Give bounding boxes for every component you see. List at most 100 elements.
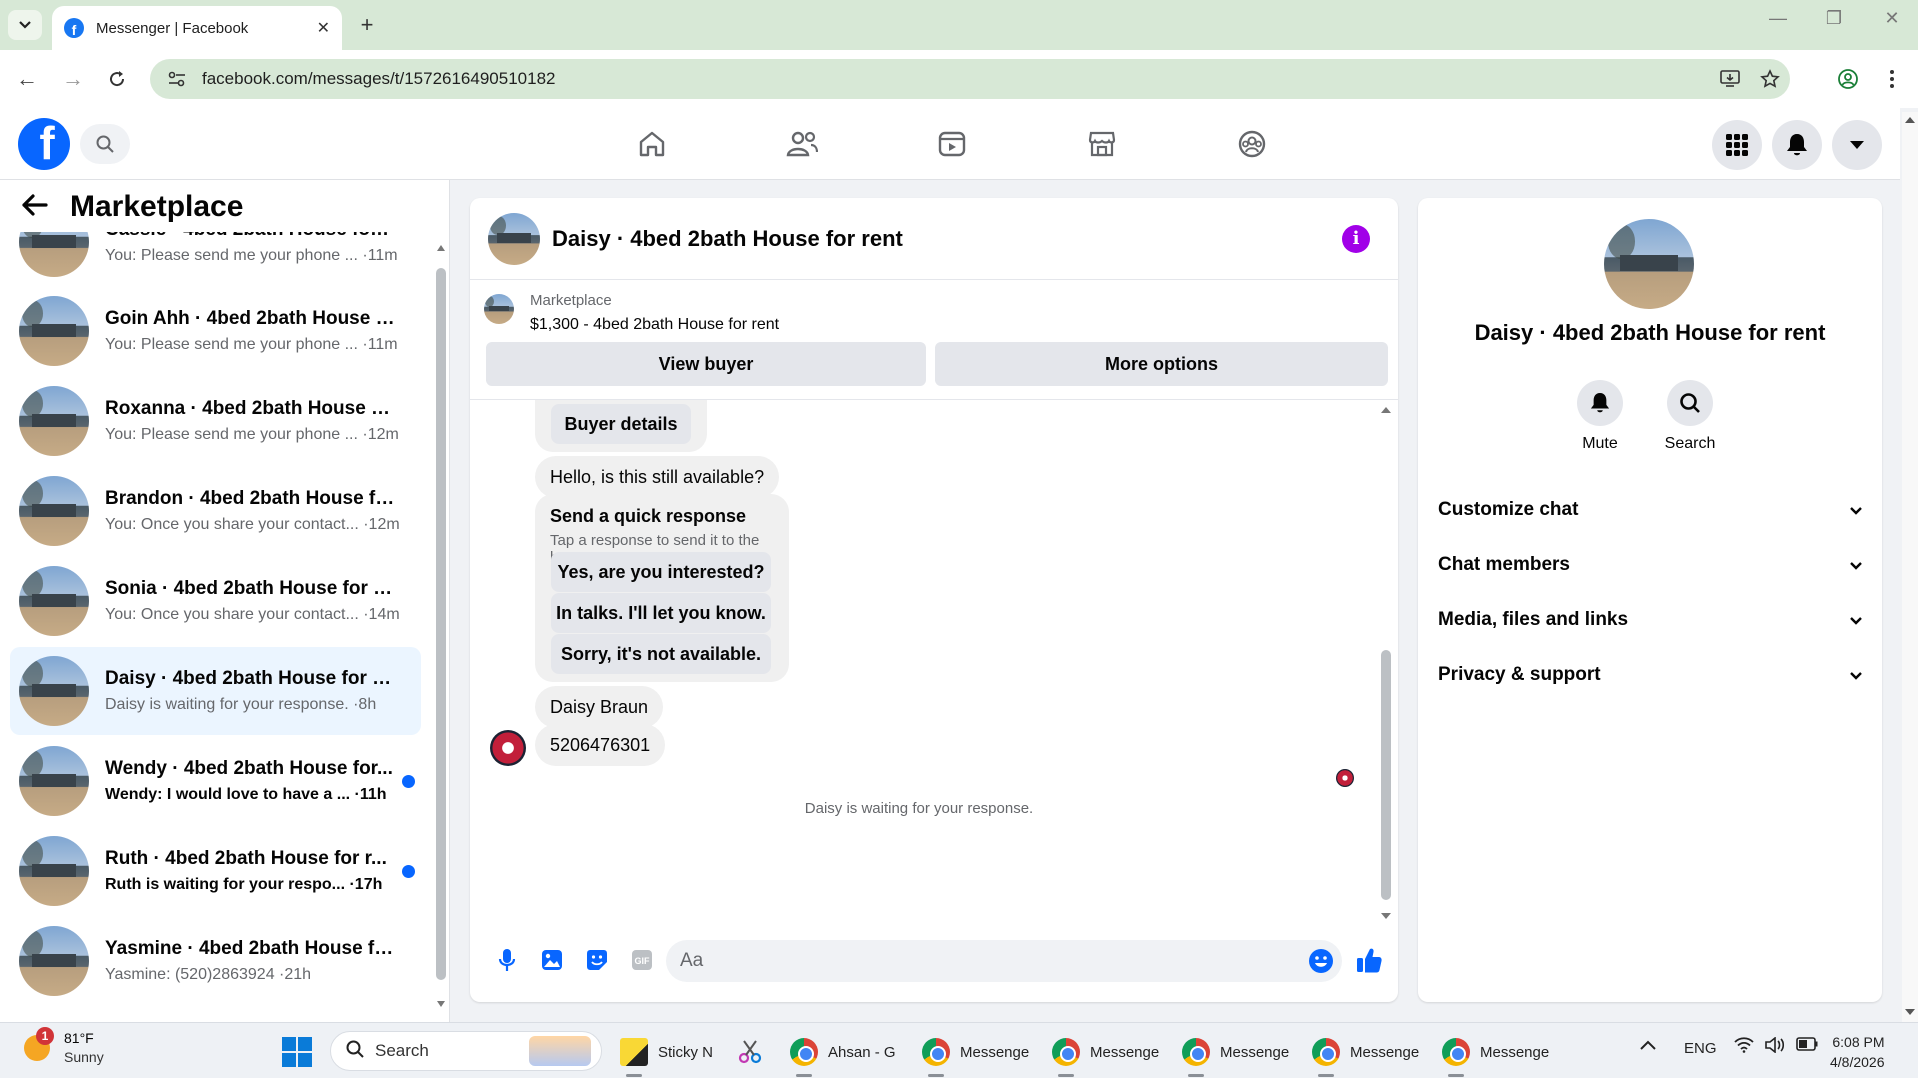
mute-label: Mute bbox=[1582, 435, 1618, 452]
url-text[interactable]: facebook.com/messages/t/1572616490510182 bbox=[202, 69, 1710, 89]
chat-item-sonia[interactable]: Sonia · 4bed 2bath House for rent You: On… bbox=[10, 557, 421, 645]
chat-preview: Daisy is waiting for your response. ·8h bbox=[105, 696, 377, 713]
listing-title[interactable]: $1,300 - 4bed 2bath House for rent bbox=[530, 316, 779, 334]
photo-icon[interactable] bbox=[529, 940, 574, 980]
reload-icon[interactable] bbox=[102, 64, 132, 94]
section-label: Media, files and links bbox=[1438, 609, 1629, 630]
browser-menu-icon[interactable] bbox=[1876, 64, 1908, 94]
conversation-scrollbar[interactable] bbox=[1380, 406, 1392, 920]
chat-item-ruth[interactable]: Ruth · 4bed 2bath House for r... Ruth is … bbox=[10, 827, 421, 915]
quick-response-yes-button[interactable]: Yes, are you interested? bbox=[551, 552, 771, 592]
taskbar-app-chrome-ahsan[interactable]: Ahsan - G bbox=[790, 1031, 896, 1077]
message-input[interactable]: Aa bbox=[666, 940, 1342, 982]
chat-preview: You: Once you share your contact... ·14m bbox=[105, 606, 400, 623]
taskbar-app-messenger-1[interactable]: Messenge bbox=[922, 1031, 1029, 1077]
menu-grid-button[interactable] bbox=[1712, 120, 1762, 170]
chat-members-section[interactable]: Chat members bbox=[1438, 545, 1862, 585]
notifications-button[interactable] bbox=[1772, 120, 1822, 170]
view-buyer-button[interactable]: View buyer bbox=[486, 342, 926, 386]
forward-icon[interactable]: → bbox=[58, 64, 88, 94]
emoji-icon[interactable] bbox=[1308, 948, 1334, 980]
customize-chat-section[interactable]: Customize chat bbox=[1438, 490, 1862, 530]
taskbar-app-messenger-2[interactable]: Messenge bbox=[1052, 1031, 1159, 1077]
chat-item-goin-ahh[interactable]: Goin Ahh · 4bed 2bath House fo... You: Pl… bbox=[10, 287, 421, 375]
volume-icon[interactable] bbox=[1764, 1036, 1786, 1057]
close-window-icon[interactable]: ✕ bbox=[1872, 8, 1912, 29]
scroll-down-icon[interactable] bbox=[1380, 912, 1392, 920]
wifi-icon[interactable] bbox=[1734, 1037, 1754, 1057]
sticker-icon[interactable] bbox=[574, 940, 619, 980]
scroll-down-icon[interactable] bbox=[1904, 1008, 1916, 1016]
listing-thumbnail[interactable] bbox=[484, 294, 514, 324]
facebook-search-button[interactable] bbox=[80, 124, 130, 164]
profile-icon[interactable] bbox=[1832, 64, 1864, 94]
grid-icon bbox=[1726, 134, 1748, 156]
battery-icon[interactable] bbox=[1796, 1037, 1818, 1055]
system-clock[interactable]: 6:08 PM 4/8/2026 bbox=[1830, 1032, 1885, 1072]
new-tab-icon[interactable]: + bbox=[352, 10, 382, 40]
search-in-chat-button[interactable]: Search bbox=[1650, 380, 1730, 453]
mute-button[interactable]: Mute bbox=[1560, 380, 1640, 453]
tab-search-menu-icon[interactable] bbox=[8, 10, 42, 40]
page-scrollbar[interactable] bbox=[1902, 112, 1918, 1022]
page-title: Marketplace bbox=[70, 190, 244, 223]
minimize-icon[interactable]: — bbox=[1758, 8, 1798, 29]
more-options-button[interactable]: More options bbox=[935, 342, 1388, 386]
microphone-icon[interactable] bbox=[484, 940, 529, 980]
sender-avatar[interactable] bbox=[490, 730, 526, 766]
chat-item-roxanna[interactable]: Roxanna · 4bed 2bath House for... You: Pl… bbox=[10, 377, 421, 465]
unread-dot-icon bbox=[402, 775, 415, 788]
chat-name: Goin Ahh · 4bed 2bath House fo... bbox=[105, 308, 395, 329]
scroll-up-icon[interactable] bbox=[1380, 406, 1392, 414]
chat-item-brandon[interactable]: Brandon · 4bed 2bath House for... You: On… bbox=[10, 467, 421, 555]
marketplace-icon[interactable] bbox=[1082, 124, 1122, 164]
chat-item-cassie[interactable]: Cassie · 4bed 2bath House for re... You: … bbox=[10, 232, 421, 286]
watch-video-icon[interactable] bbox=[932, 124, 972, 164]
chat-item-yasmine[interactable]: Yasmine · 4bed 2bath House for ... Yasmin… bbox=[10, 917, 421, 1005]
weather-widget[interactable]: 1 81°F Sunny bbox=[24, 1027, 104, 1067]
quick-response-talks-button[interactable]: In talks. I'll let you know. bbox=[551, 593, 771, 633]
browser-tab[interactable]: f Messenger | Facebook ✕ bbox=[52, 6, 342, 50]
omnibox[interactable]: facebook.com/messages/t/1572616490510182 bbox=[150, 59, 1790, 99]
facebook-logo-icon[interactable]: f bbox=[18, 118, 70, 170]
bookmark-star-icon[interactable] bbox=[1750, 69, 1790, 89]
scroll-up-icon[interactable] bbox=[1904, 116, 1916, 124]
gif-icon[interactable]: GIF bbox=[619, 940, 664, 980]
profile-avatar[interactable] bbox=[1604, 219, 1694, 309]
chat-item-wendy[interactable]: Wendy · 4bed 2bath House for... Wendy: I … bbox=[10, 737, 421, 825]
taskbar-search[interactable]: Search bbox=[330, 1031, 602, 1071]
back-icon[interactable]: ← bbox=[12, 64, 42, 94]
chat-list-scrollbar[interactable] bbox=[436, 240, 446, 1010]
quick-response-unavailable-button[interactable]: Sorry, it's not available. bbox=[551, 634, 771, 674]
taskbar-app-messenger-4[interactable]: Messenge bbox=[1312, 1031, 1419, 1077]
restore-icon[interactable]: ❐ bbox=[1814, 8, 1854, 29]
buyer-details-button[interactable]: Buyer details bbox=[551, 404, 691, 444]
account-button[interactable] bbox=[1832, 120, 1882, 170]
tab-close-icon[interactable]: ✕ bbox=[317, 18, 330, 38]
language-indicator[interactable]: ENG bbox=[1684, 1040, 1717, 1057]
privacy-support-section[interactable]: Privacy & support bbox=[1438, 655, 1862, 695]
windows-start-icon[interactable] bbox=[282, 1037, 312, 1067]
taskbar-app-snipping-tool[interactable] bbox=[736, 1031, 774, 1073]
tab-title: Messenger | Facebook bbox=[96, 19, 249, 37]
conversation-title[interactable]: Daisy · 4bed 2bath House for rent bbox=[552, 226, 1342, 252]
quick-response-card: Send a quick response Tap a response to … bbox=[535, 494, 789, 682]
install-app-icon[interactable] bbox=[1710, 70, 1750, 88]
chat-item-daisy[interactable]: Daisy · 4bed 2bath House for rent Daisy i… bbox=[10, 647, 421, 735]
info-icon[interactable]: i bbox=[1342, 224, 1370, 253]
friends-icon[interactable] bbox=[782, 124, 822, 164]
scroll-down-icon[interactable] bbox=[436, 1000, 446, 1008]
home-icon[interactable] bbox=[632, 124, 672, 164]
taskbar-app-messenger-5[interactable]: Messenge bbox=[1442, 1031, 1549, 1077]
scroll-up-icon[interactable] bbox=[436, 244, 446, 252]
media-files-links-section[interactable]: Media, files and links bbox=[1438, 600, 1862, 640]
avatar[interactable] bbox=[488, 212, 540, 265]
taskbar-app-sticky-notes[interactable]: Sticky N bbox=[620, 1031, 713, 1077]
back-arrow-icon[interactable] bbox=[22, 190, 48, 224]
thumbs-up-icon[interactable] bbox=[1346, 940, 1391, 980]
groups-icon[interactable] bbox=[1232, 124, 1272, 164]
site-settings-icon[interactable] bbox=[166, 68, 188, 90]
chat-name: Sonia · 4bed 2bath House for rent bbox=[105, 578, 395, 599]
taskbar-app-messenger-3[interactable]: Messenge bbox=[1182, 1031, 1289, 1077]
show-hidden-icons-chevron-up-icon[interactable] bbox=[1640, 1037, 1656, 1054]
